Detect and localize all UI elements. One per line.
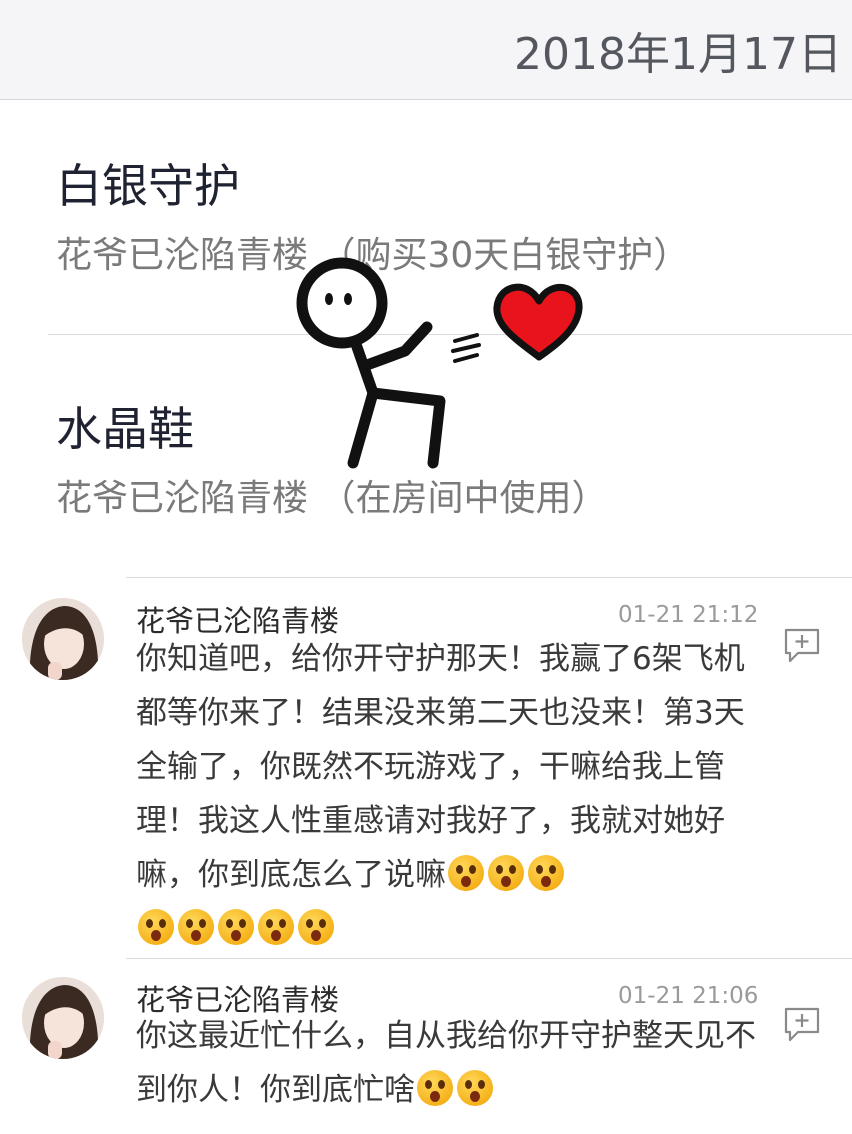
shocked-emoji bbox=[448, 855, 484, 891]
comment-item: 花爷已沦陷青楼 01-21 21:12 你知道吧，给你开守护那天！我赢了6架飞机… bbox=[0, 578, 852, 948]
date-header: 2018年1月17日 bbox=[0, 0, 852, 100]
reply-comment-icon[interactable] bbox=[782, 626, 822, 666]
shocked-emoji bbox=[528, 855, 564, 891]
avatar[interactable] bbox=[22, 977, 104, 1059]
shocked-emoji bbox=[298, 909, 334, 945]
reply-comment-icon[interactable] bbox=[782, 1005, 822, 1045]
comment-item: 花爷已沦陷青楼 01-21 21:06 你这最近忙什么，自从我给你开守护整天见不… bbox=[0, 959, 852, 1134]
shocked-emoji bbox=[218, 909, 254, 945]
comment-text: 你知道吧，给你开守护那天！我赢了6架飞机都等你来了！结果没来第二天也没来！第3天… bbox=[136, 632, 756, 956]
header-date: 2018年1月17日 bbox=[514, 29, 842, 80]
shocked-emoji bbox=[457, 1070, 493, 1106]
shocked-emoji bbox=[138, 909, 174, 945]
avatar[interactable] bbox=[22, 598, 104, 680]
stickman-sticker bbox=[296, 257, 583, 469]
gift-title: 白银守护 bbox=[56, 159, 240, 213]
comment-time: 01-21 21:06 bbox=[618, 983, 759, 1009]
comment-time: 01-21 21:12 bbox=[618, 602, 759, 628]
shocked-emoji bbox=[258, 909, 294, 945]
comment-text: 你这最近忙什么，自从我给你开守护整天见不到你人！你到底忙啥 bbox=[136, 1009, 756, 1117]
heart-icon bbox=[493, 283, 583, 361]
shocked-emoji bbox=[178, 909, 214, 945]
gift-desc: 花爷已沦陷青楼 （在房间中使用） bbox=[56, 478, 608, 519]
comment-text-body: 你知道吧，给你开守护那天！我赢了6架飞机都等你来了！结果没来第二天也没来！第3天… bbox=[136, 641, 745, 893]
shocked-emoji bbox=[488, 855, 524, 891]
shocked-emoji bbox=[417, 1070, 453, 1106]
